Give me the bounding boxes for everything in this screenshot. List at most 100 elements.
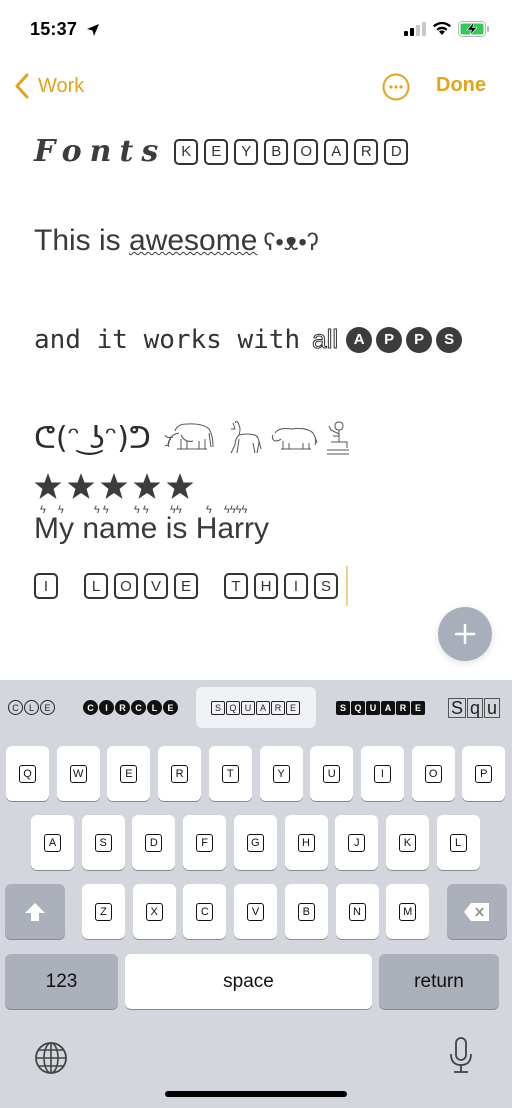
square-letter: R [354,138,379,165]
back-button[interactable]: Work [14,73,84,99]
suggestion-letter: I [99,700,114,715]
star-icon [100,473,128,499]
key-j[interactable]: J [335,815,379,870]
square-letter: V [144,573,168,599]
key-y[interactable]: Y [259,746,303,801]
key-h[interactable]: H [284,815,328,870]
hippo-icon [271,428,318,450]
suggestion-circle-filled[interactable]: CIRCLE [76,687,186,728]
key-q[interactable]: Q [6,746,49,801]
home-indicator[interactable] [165,1091,347,1097]
square-letter: O [294,138,319,165]
suggestion-letter: E [40,700,55,715]
square-keys-group: KEYBOARD [174,138,414,165]
zap-mark: ϟ [40,504,46,516]
suggestion-letter: S [211,700,225,715]
done-button[interactable]: Done [436,74,486,97]
zap-mark: ϟ [58,504,64,516]
key-l[interactable]: L [436,815,480,870]
key-glyph: V [247,902,265,921]
microphone-icon[interactable] [448,1037,474,1075]
numbers-label: 123 [45,970,78,992]
script-text: Fonts [34,134,167,169]
key-glyph: Z [95,902,112,921]
font-style-suggestions: CLECIRCLESQUARESQUARESqu [0,680,512,735]
delete-key[interactable] [447,884,507,939]
key-z[interactable]: Z [82,884,125,939]
keyboard: CLECIRCLESQUARESQUARESqu QWERTYUIOPASDFG… [0,680,512,1108]
star-icon [133,473,161,499]
return-label: return [414,970,464,992]
square-letter: S [314,573,338,599]
globe-icon[interactable] [34,1041,68,1075]
key-d[interactable]: D [132,815,176,870]
suggestion-letter: A [381,700,395,715]
square-letter: K [174,138,199,165]
key-f[interactable]: F [183,815,227,870]
ellipsis-circle-icon[interactable] [382,73,410,101]
key-c[interactable]: C [183,884,227,939]
key-glyph: Q [19,764,36,783]
space-key[interactable]: space [125,954,372,1009]
key-g[interactable]: G [233,815,277,870]
key-glyph: M [399,902,417,921]
elephant-icon [164,423,214,450]
key-glyph: O [424,764,442,783]
key-o[interactable]: O [411,746,455,801]
key-glyph: S [94,833,112,852]
suggestion-box[interactable]: Squ [448,687,512,728]
key-glyph: I [373,764,391,783]
battery-charging-icon [458,21,489,37]
key-t[interactable]: T [208,746,252,801]
back-label: Work [38,74,85,97]
key-w[interactable]: W [56,746,100,801]
key-e[interactable]: E [107,746,151,801]
key-p[interactable]: P [462,746,506,801]
key-glyph: L [449,833,467,852]
suggestion-letter: C [131,700,146,715]
wifi-icon [433,21,451,35]
numbers-key[interactable]: 123 [5,954,118,1009]
key-v[interactable]: V [234,884,278,939]
key-m[interactable]: M [386,884,430,939]
circle-letter: S [436,326,463,353]
bear-face-emoticon: ʕ•ᴥ•ʔ [263,229,319,256]
suggestion-letter: R [271,700,285,715]
suggestion-letter: u [484,697,501,718]
suggestion-square-filled[interactable]: SQUARE [326,687,436,728]
return-key[interactable]: return [379,954,499,1009]
star-icon [34,473,62,499]
key-glyph: H [297,833,315,852]
square-letter: T [224,573,248,599]
key-glyph: P [475,764,493,783]
note-editor[interactable]: Fonts KEYBOARD This is awesome ʕ•ᴥ•ʔ and … [0,114,512,680]
circle-letters-group: APPS [342,326,463,353]
square-letter: B [264,138,289,165]
key-b[interactable]: B [284,884,328,939]
square-letter: O [114,573,138,599]
add-button[interactable] [438,607,492,661]
zap-mark: ϟ ϟ [134,504,149,516]
star-icon [166,473,194,499]
key-glyph: K [398,833,416,852]
key-x[interactable]: X [132,884,176,939]
suggestion-letter: Q [351,700,365,715]
key-k[interactable]: K [385,815,429,870]
suggestion-letter: C [8,700,23,715]
note-line-awesome: This is awesome ʕ•ᴥ•ʔ [34,224,319,258]
key-r[interactable]: R [158,746,202,801]
suggestion-square-outline[interactable]: SQUARE [196,687,316,728]
key-a[interactable]: A [31,815,74,870]
key-i[interactable]: I [360,746,404,801]
zap-mark: ϟ ϟ [94,504,109,516]
suggestion-circle-outline[interactable]: CLE [0,687,56,728]
shift-key[interactable] [5,884,65,939]
note-line-glyphs: ᕦ(ᵔ ͜ʖᵔ)ᕤ [34,419,351,457]
key-u[interactable]: U [310,746,354,801]
square-letter: H [254,573,278,599]
key-n[interactable]: N [335,884,379,939]
note-line-name: My name is Harry ϟ ϟ ϟ ϟ ϟ ϟ ϟϟ ϟ ϟϟϟϟ [34,504,269,546]
key-s[interactable]: S [81,815,125,870]
square-letter: I [284,573,308,599]
zap-mark: ϟϟϟϟ [224,504,248,516]
